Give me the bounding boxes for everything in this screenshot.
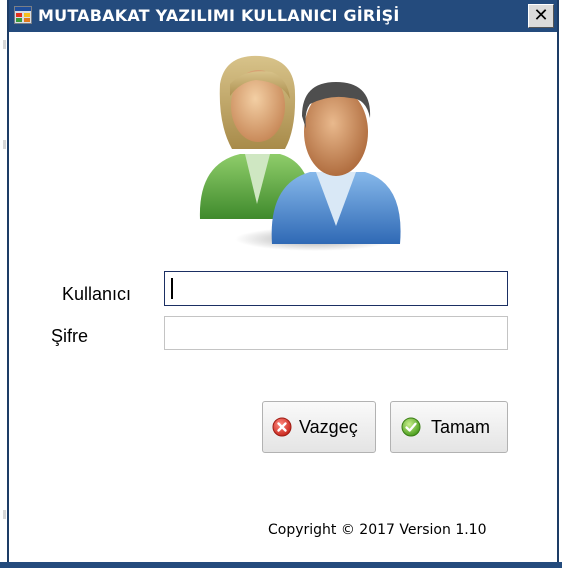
ok-button-label: Tamam bbox=[431, 417, 491, 437]
title-bar[interactable]: MUTABAKAT YAZILIMI KULLANICI GİRİŞİ ✕ bbox=[9, 0, 557, 32]
password-label: Şifre bbox=[51, 326, 89, 346]
app-icon bbox=[14, 6, 32, 24]
text-caret bbox=[171, 278, 173, 299]
window-frame-bottom bbox=[0, 562, 562, 568]
window-title: MUTABAKAT YAZILIMI KULLANICI GİRİŞİ bbox=[38, 6, 400, 25]
error-x-icon bbox=[272, 417, 292, 437]
ok-button[interactable]: Tamam bbox=[390, 401, 508, 453]
check-icon bbox=[401, 417, 421, 437]
window-frame-left bbox=[0, 0, 9, 568]
copyright-text: Copyright © 2017 Version 1.10 bbox=[268, 522, 487, 538]
cancel-button[interactable]: Vazgeç bbox=[262, 401, 376, 453]
frame-grip bbox=[3, 510, 6, 519]
password-input[interactable] bbox=[164, 316, 508, 350]
cancel-button-label: Vazgeç bbox=[299, 417, 358, 437]
frame-grip bbox=[3, 140, 6, 149]
close-button[interactable]: ✕ bbox=[528, 4, 554, 28]
users-icon bbox=[190, 54, 410, 254]
username-label: Kullanıcı bbox=[62, 284, 132, 304]
username-input[interactable] bbox=[164, 271, 508, 306]
frame-grip bbox=[3, 40, 6, 49]
login-dialog-body: Kullanıcı Şifre Vazgeç Tamam Copyright ©… bbox=[11, 32, 557, 562]
window-frame-right bbox=[557, 0, 562, 568]
